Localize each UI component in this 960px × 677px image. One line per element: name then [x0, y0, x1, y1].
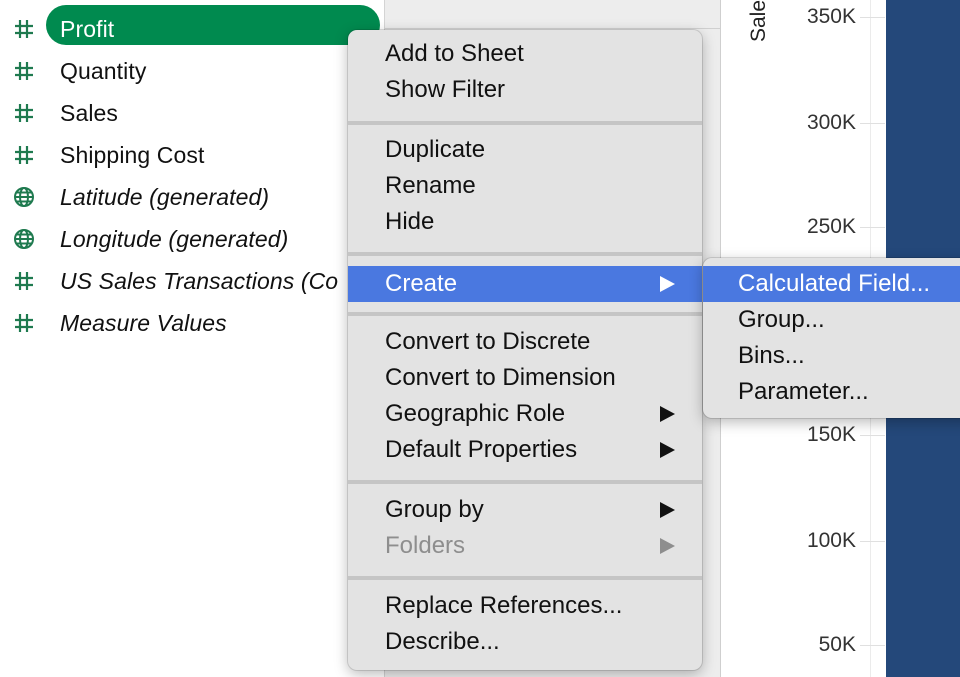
- menu-item-geographic-role[interactable]: Geographic Role: [348, 396, 702, 432]
- menu-item-label: Rename: [385, 172, 476, 199]
- submenu-item-label: Bins...: [738, 342, 805, 369]
- y-tick-label: 300K: [806, 111, 856, 134]
- y-tick-mark: [860, 541, 885, 542]
- menu-item-label: Duplicate: [385, 136, 486, 163]
- y-tick-mark: [860, 123, 885, 124]
- menu-item-label: Convert to Dimension: [385, 364, 616, 391]
- y-tick-mark: [860, 435, 885, 436]
- y-tick-mark: [860, 17, 885, 18]
- field-label: Quantity: [60, 57, 147, 84]
- field-label: Longitude (generated): [60, 225, 289, 252]
- submenu-arrow-icon: [660, 276, 675, 292]
- y-tick-mark: [860, 645, 885, 646]
- menu-item-label: Folders: [385, 532, 466, 559]
- menu-item-label: Replace References...: [385, 592, 623, 619]
- menu-item-duplicate[interactable]: Duplicate: [348, 132, 702, 168]
- menu-item-describe[interactable]: Describe...: [348, 624, 702, 660]
- menu-item-hide[interactable]: Hide: [348, 204, 702, 240]
- number-hash-icon: [12, 143, 36, 167]
- menu-item-replace-references[interactable]: Replace References...: [348, 588, 702, 624]
- y-tick-label: 250K: [806, 215, 856, 238]
- y-tick-label: 350K: [806, 5, 856, 28]
- menu-item-create[interactable]: Create: [348, 266, 702, 302]
- field-sales[interactable]: Sales: [0, 95, 384, 131]
- submenu-item-calculated-field[interactable]: Calculated Field...: [703, 266, 960, 302]
- field-label: Latitude (generated): [60, 183, 270, 210]
- submenu-item-bins[interactable]: Bins...: [703, 338, 960, 374]
- y-tick-mark: [860, 227, 885, 228]
- field-context-menu: Add to Sheet Show Filter Duplicate Renam…: [348, 30, 702, 670]
- menu-item-label: Hide: [385, 208, 435, 235]
- globe-icon: [12, 185, 36, 209]
- divider: [385, 28, 720, 29]
- number-hash-icon: [12, 59, 36, 83]
- y-axis-title: Sales: [747, 0, 770, 42]
- menu-item-label: Geographic Role: [385, 400, 566, 427]
- field-quantity[interactable]: Quantity: [0, 53, 384, 89]
- submenu-item-group[interactable]: Group...: [703, 302, 960, 338]
- submenu-arrow-icon: [660, 442, 675, 458]
- menu-item-convert-to-dimension[interactable]: Convert to Dimension: [348, 360, 702, 396]
- field-latitude-generated[interactable]: Latitude (generated): [0, 179, 384, 215]
- menu-item-label: Add to Sheet: [385, 40, 524, 67]
- field-label: Shipping Cost: [60, 141, 205, 168]
- submenu-arrow-icon: [660, 538, 675, 554]
- submenu-arrow-icon: [660, 406, 675, 422]
- y-tick-label: 50K: [818, 633, 856, 656]
- menu-item-show-filter[interactable]: Show Filter: [348, 72, 702, 108]
- menu-item-label: Show Filter: [385, 76, 506, 103]
- submenu-arrow-icon: [660, 502, 675, 518]
- globe-icon: [12, 227, 36, 251]
- field-measure-values[interactable]: Measure Values: [0, 305, 384, 341]
- data-pane: Profit Quantity Sales Shipping Cost Lati…: [0, 0, 385, 677]
- field-us-sales-transactions-count[interactable]: US Sales Transactions (Co: [0, 263, 384, 299]
- y-tick-label: 150K: [806, 423, 856, 446]
- y-tick-label: 100K: [806, 529, 856, 552]
- menu-item-label: Group by: [385, 496, 484, 523]
- menu-item-label: Create: [385, 270, 458, 297]
- submenu-item-parameter[interactable]: Parameter...: [703, 374, 960, 410]
- field-longitude-generated[interactable]: Longitude (generated): [0, 221, 384, 257]
- menu-separator: [348, 121, 702, 125]
- submenu-item-label: Calculated Field...: [738, 270, 931, 297]
- field-profit[interactable]: Profit: [0, 5, 384, 47]
- menu-item-add-to-sheet[interactable]: Add to Sheet: [348, 36, 702, 72]
- menu-item-label: Convert to Discrete: [385, 328, 591, 355]
- menu-item-rename[interactable]: Rename: [348, 168, 702, 204]
- menu-item-label: Describe...: [385, 628, 500, 655]
- number-hash-icon: [12, 269, 36, 293]
- menu-item-group-by[interactable]: Group by: [348, 492, 702, 528]
- field-shipping-cost[interactable]: Shipping Cost: [0, 137, 384, 173]
- number-hash-icon: [12, 17, 36, 41]
- menu-item-folders: Folders: [348, 528, 702, 564]
- field-label: US Sales Transactions (Co: [60, 267, 339, 294]
- field-label: Sales: [60, 99, 119, 126]
- submenu-item-label: Group...: [738, 306, 825, 333]
- field-label: Profit: [60, 15, 115, 42]
- menu-separator: [348, 576, 702, 580]
- menu-item-label: Default Properties: [385, 436, 578, 463]
- menu-separator: [348, 312, 702, 316]
- menu-item-convert-to-discrete[interactable]: Convert to Discrete: [348, 324, 702, 360]
- menu-separator: [348, 252, 702, 256]
- field-label: Measure Values: [60, 309, 227, 336]
- menu-separator: [348, 480, 702, 484]
- create-submenu: Calculated Field... Group... Bins... Par…: [703, 258, 960, 418]
- number-hash-icon: [12, 101, 36, 125]
- menu-item-default-properties[interactable]: Default Properties: [348, 432, 702, 468]
- number-hash-icon: [12, 311, 36, 335]
- submenu-item-label: Parameter...: [738, 378, 869, 405]
